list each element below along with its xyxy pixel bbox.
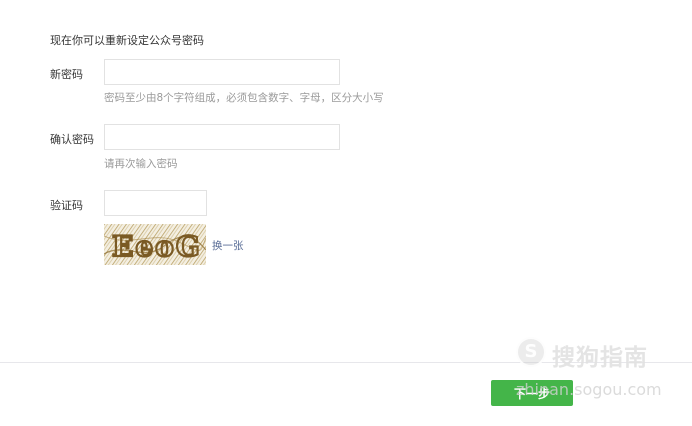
refresh-captcha-link[interactable]: 换一张 [212, 238, 244, 253]
confirm-password-label: 确认密码 [50, 133, 94, 146]
new-password-hint: 密码至少由8个字符组成，必须包含数字、字母，区分大小写 [104, 92, 384, 104]
confirm-password-input[interactable] [104, 124, 340, 150]
captcha-code-text: EeoG [112, 230, 202, 263]
next-step-button[interactable]: 下一步 [491, 380, 573, 406]
captcha-label: 验证码 [50, 199, 83, 212]
captcha-image[interactable]: EeoG [104, 224, 206, 265]
new-password-label: 新密码 [50, 68, 83, 81]
footer-divider [0, 362, 692, 363]
watermark-brand: 搜狗指南 [552, 345, 648, 371]
captcha-input[interactable] [104, 190, 207, 216]
confirm-password-hint: 请再次输入密码 [104, 158, 178, 170]
page-instruction: 现在你可以重新设定公众号密码 [50, 34, 204, 47]
new-password-input[interactable] [104, 59, 340, 85]
